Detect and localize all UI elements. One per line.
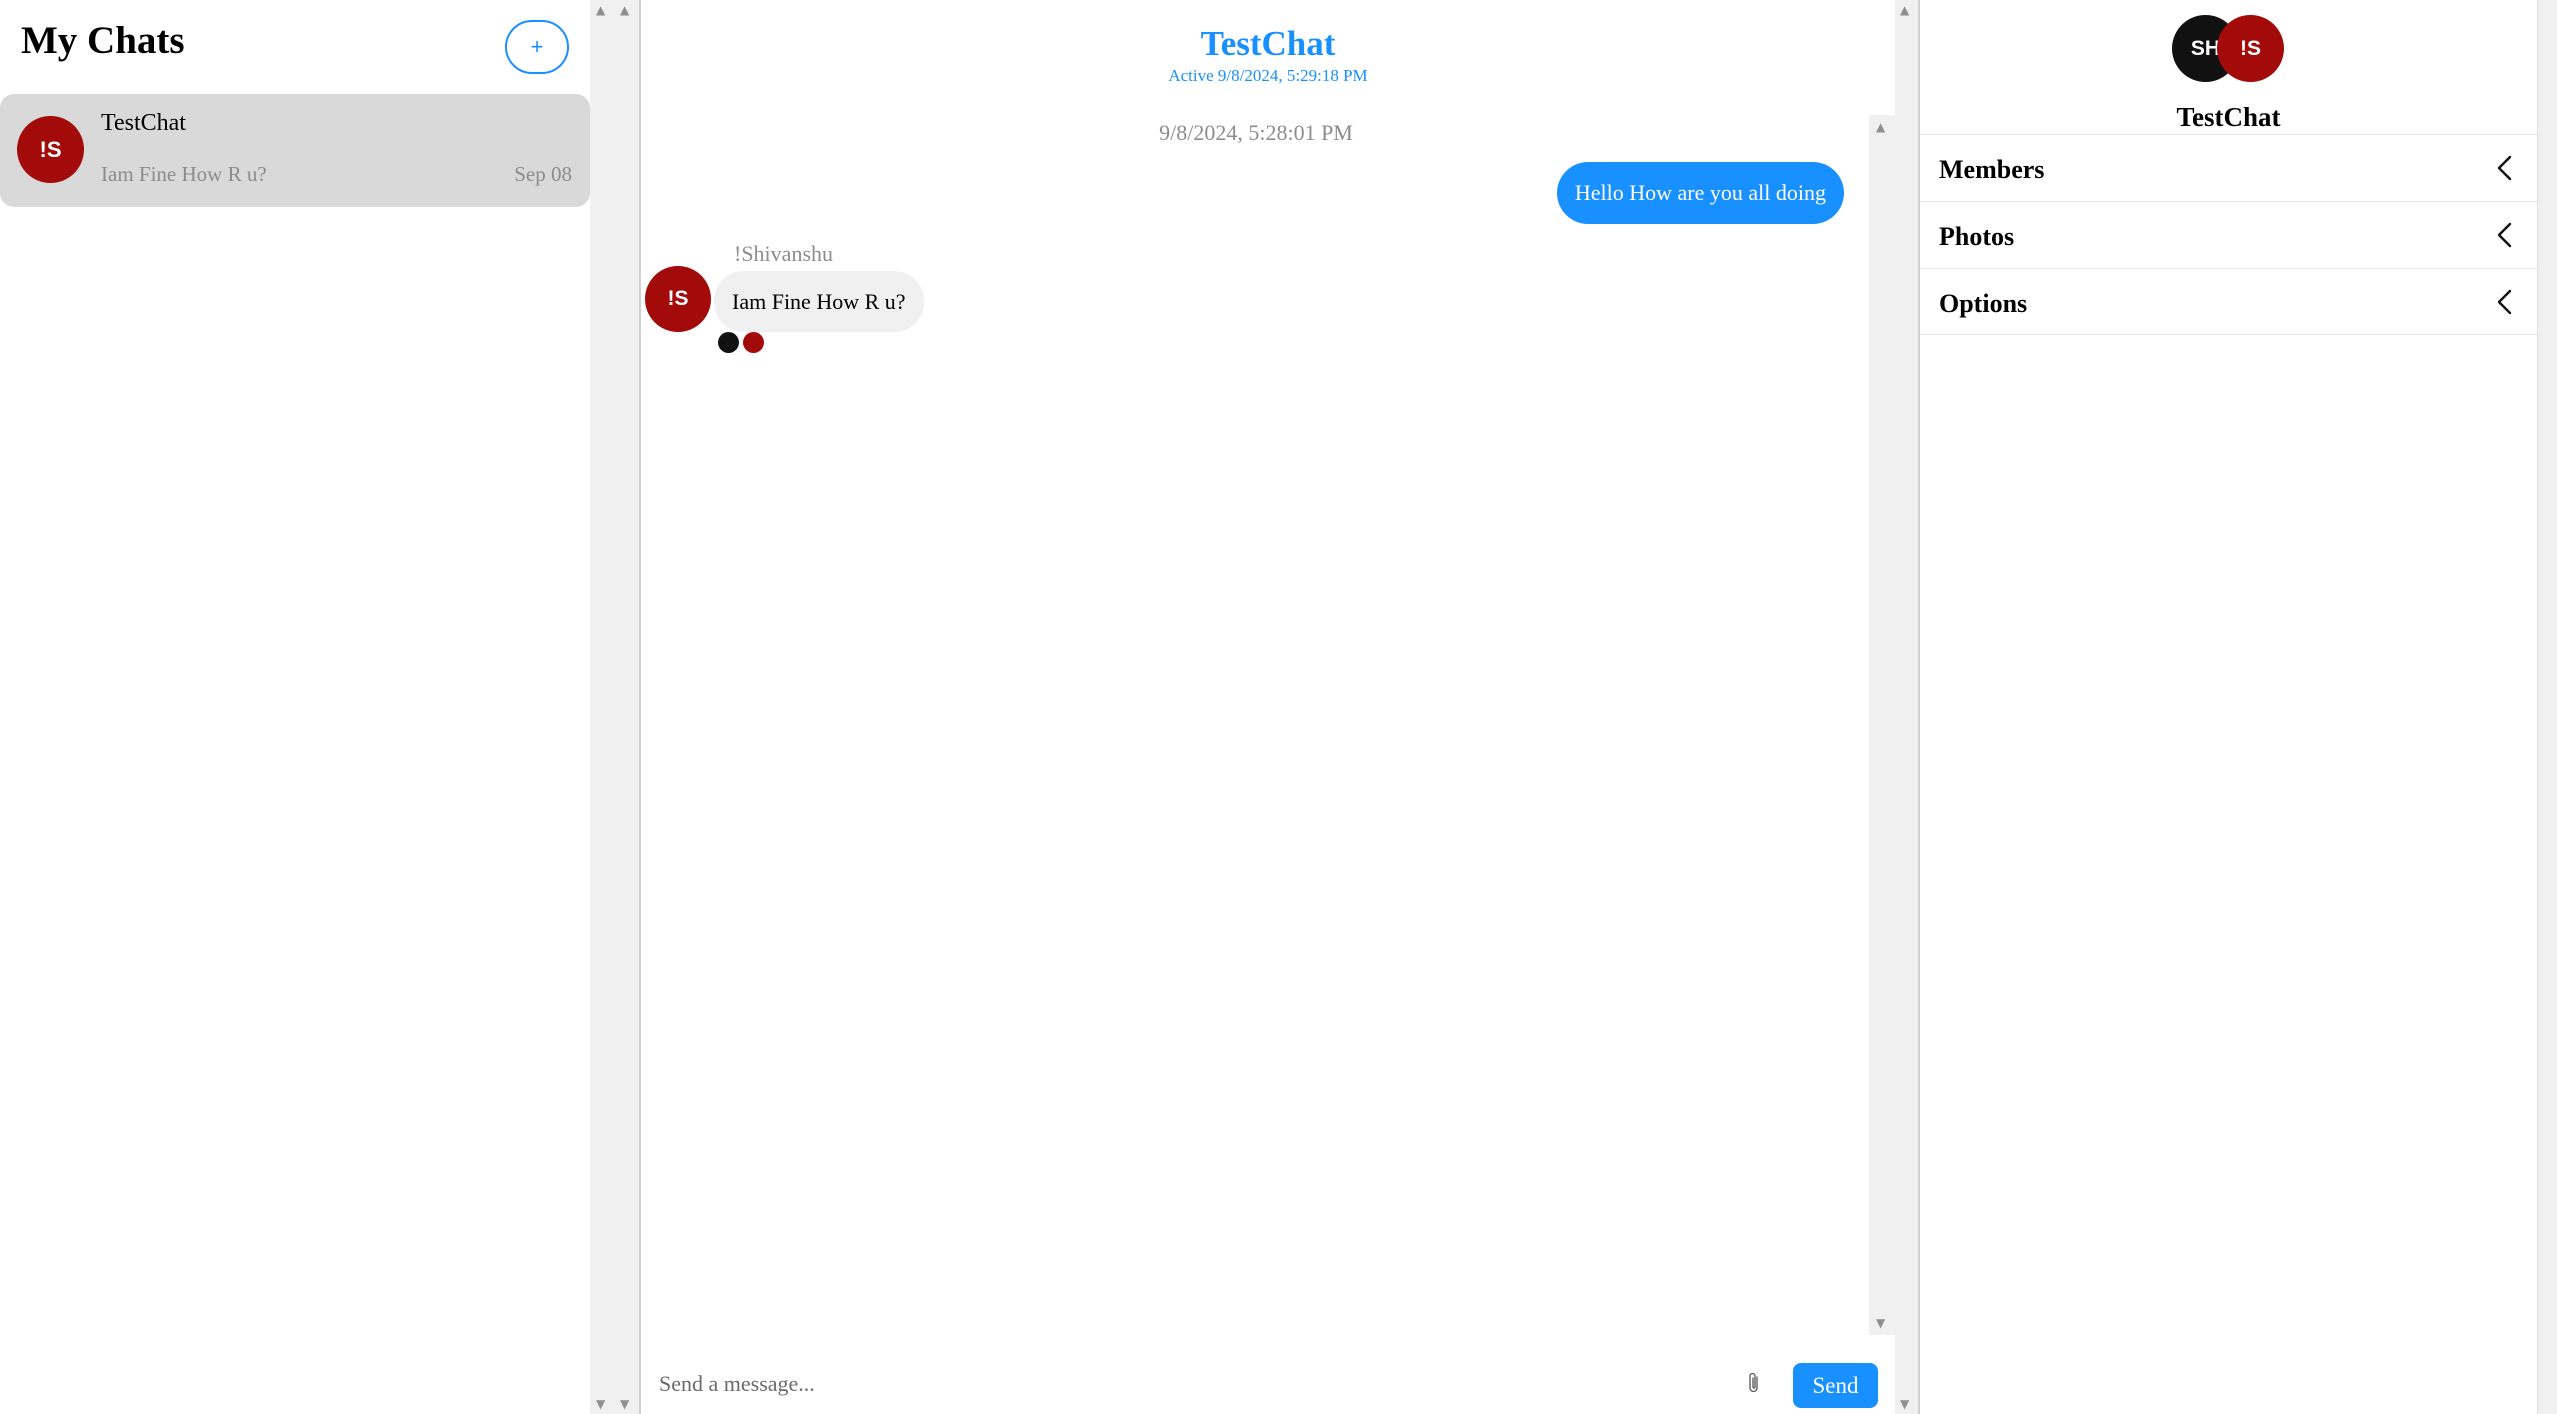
chevron-left-icon[interactable] <box>2493 155 2517 181</box>
scroll-down-icon[interactable]: ▼ <box>596 1398 605 1410</box>
scroll-down-icon[interactable]: ▼ <box>1900 1398 1909 1410</box>
avatar: !S <box>2217 15 2284 82</box>
details-scrollbar[interactable] <box>2537 0 2557 1414</box>
conversation-scrollbar[interactable]: ▲ ▼ <box>1895 0 1918 1414</box>
chat-date: Sep 08 <box>514 162 572 186</box>
send-button[interactable]: Send <box>1793 1363 1878 1408</box>
avatar: !S <box>17 116 84 183</box>
avatar: !S <box>645 266 711 332</box>
scroll-up-icon[interactable]: ▲ <box>596 4 605 16</box>
paperclip-icon[interactable] <box>1743 1368 1765 1398</box>
photos-section[interactable]: Photos <box>1920 201 2537 268</box>
outgoing-message: Hello How are you all doing <box>1556 162 1844 224</box>
message-composer: Send <box>641 1352 1895 1414</box>
chat-details-panel: SH !S TestChat Members Photos Options <box>1920 0 2537 1414</box>
scroll-up-icon[interactable]: ▲ <box>1900 4 1909 16</box>
options-section[interactable]: Options <box>1920 268 2537 335</box>
scroll-down-icon[interactable]: ▼ <box>1876 1317 1885 1329</box>
section-label: Members <box>1939 155 2045 184</box>
read-receipt-avatar <box>718 332 739 353</box>
message-input[interactable] <box>659 1362 1659 1406</box>
new-chat-button[interactable]: + <box>505 20 569 74</box>
scroll-up-icon[interactable]: ▲ <box>1876 121 1885 133</box>
message-sender: !Shivanshu <box>734 241 833 266</box>
message-timestamp: 9/8/2024, 5:28:01 PM <box>1159 120 1353 145</box>
conversation-title: TestChat <box>1200 24 1336 63</box>
read-receipt-avatar <box>743 332 764 353</box>
chevron-left-icon[interactable] <box>2493 222 2517 248</box>
section-label: Photos <box>1939 222 2015 251</box>
chat-list-item[interactable]: !S TestChat Iam Fine How R u? Sep 08 <box>0 94 590 207</box>
message-scrollbar[interactable]: ▲ ▼ <box>1869 115 1895 1335</box>
scroll-up-icon[interactable]: ▲ <box>620 4 629 16</box>
chat-last-message: Iam Fine How R u? <box>101 162 267 186</box>
conversation-panel: TestChat Active 9/8/2024, 5:29:18 PM 9/8… <box>641 0 1895 1414</box>
section-label: Options <box>1939 289 2028 318</box>
chat-list-title: My Chats <box>21 19 185 62</box>
chat-list-scrollbar[interactable]: ▲ ▼ ▲ ▼ <box>590 0 640 1414</box>
incoming-message: Iam Fine How R u? <box>714 271 924 332</box>
chat-list-panel: My Chats + !S TestChat Iam Fine How R u?… <box>0 0 590 1414</box>
chevron-left-icon[interactable] <box>2493 289 2517 315</box>
group-name: TestChat <box>2176 102 2281 132</box>
message-list: 9/8/2024, 5:28:01 PM Hello How are you a… <box>641 110 1871 1330</box>
scroll-down-icon[interactable]: ▼ <box>620 1398 629 1410</box>
chat-name: TestChat <box>101 110 186 136</box>
members-section[interactable]: Members <box>1920 134 2537 201</box>
conversation-status: Active 9/8/2024, 5:29:18 PM <box>1168 66 1368 85</box>
